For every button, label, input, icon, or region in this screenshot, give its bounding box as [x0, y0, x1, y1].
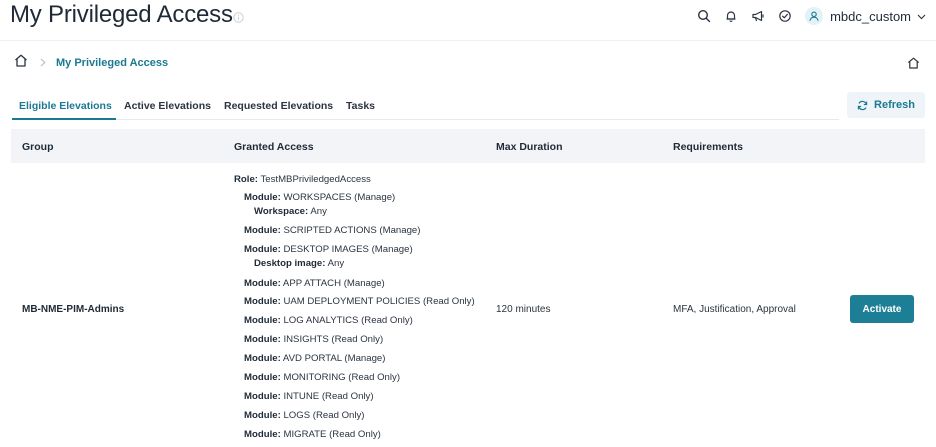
access-module: Module: MIGRATE (Read Only) — [244, 429, 381, 440]
refresh-label: Refresh — [874, 99, 915, 111]
access-module: Module: UAM DEPLOYMENT POLICIES (Read On… — [244, 296, 475, 307]
tab-active-elevations[interactable]: Active Elevations — [124, 100, 211, 112]
activate-button[interactable]: Activate — [850, 295, 914, 323]
column-header-max-duration: Max Duration — [496, 141, 563, 153]
tab-bar: Eligible Elevations Active Elevations Re… — [12, 93, 839, 120]
home-icon[interactable] — [14, 54, 28, 72]
refresh-icon — [857, 100, 868, 111]
column-header-granted-access: Granted Access — [234, 141, 314, 153]
requirements: MFA, Justification, Approval — [673, 304, 796, 315]
access-scope: Workspace: Any — [254, 206, 327, 217]
chevron-down-icon — [917, 7, 926, 25]
max-duration: 120 minutes — [496, 304, 551, 315]
megaphone-icon[interactable] — [748, 6, 768, 26]
access-role: Role: TestMBPriviledgedAccess — [234, 174, 371, 185]
chevron-right-icon — [40, 54, 46, 72]
breadcrumb: My Privileged Access — [14, 54, 168, 72]
column-header-group: Group — [22, 141, 54, 153]
user-avatar-icon — [805, 7, 824, 25]
check-circle-icon[interactable] — [775, 6, 795, 26]
top-icons: mbdc_custom — [687, 6, 926, 26]
username: mbdc_custom — [830, 8, 911, 24]
active-tab-indicator — [12, 118, 116, 120]
access-module: Module: SCRIPTED ACTIONS (Manage) — [244, 225, 421, 236]
column-header-requirements: Requirements — [673, 141, 744, 153]
table-header: Group Granted Access Max Duration Requir… — [11, 129, 925, 163]
access-module: Module: INSIGHTS (Read Only) — [244, 334, 384, 345]
info-icon[interactable] — [233, 10, 244, 23]
refresh-button[interactable]: Refresh — [847, 92, 925, 118]
access-module: Module: DESKTOP IMAGES (Manage) — [244, 244, 413, 255]
tab-tasks[interactable]: Tasks — [346, 100, 375, 112]
access-module: Module: AVD PORTAL (Manage) — [244, 353, 386, 364]
top-bar: My Privileged Access mbdc_custom — [0, 0, 936, 34]
tab-eligible-elevations[interactable]: Eligible Elevations — [19, 100, 112, 112]
group-name: MB-NME-PIM-Admins — [22, 304, 125, 315]
page-title: My Privileged Access — [10, 1, 233, 28]
bell-icon[interactable] — [721, 6, 741, 26]
user-menu[interactable]: mbdc_custom — [805, 7, 926, 25]
header-divider — [0, 40, 936, 41]
home-icon[interactable] — [907, 56, 920, 74]
search-icon[interactable] — [694, 6, 714, 26]
access-module: Module: MONITORING (Read Only) — [244, 372, 401, 383]
access-module: Module: APP ATTACH (Manage) — [244, 278, 385, 289]
access-module: Module: LOG ANALYTICS (Read Only) — [244, 315, 413, 326]
access-module: Module: LOGS (Read Only) — [244, 410, 365, 421]
access-module: Module: INTUNE (Read Only) — [244, 391, 374, 402]
access-module: Module: WORKSPACES (Manage) — [244, 192, 396, 203]
breadcrumb-current[interactable]: My Privileged Access — [56, 57, 168, 69]
tab-requested-elevations[interactable]: Requested Elevations — [224, 100, 333, 112]
access-scope: Desktop image: Any — [254, 258, 345, 269]
